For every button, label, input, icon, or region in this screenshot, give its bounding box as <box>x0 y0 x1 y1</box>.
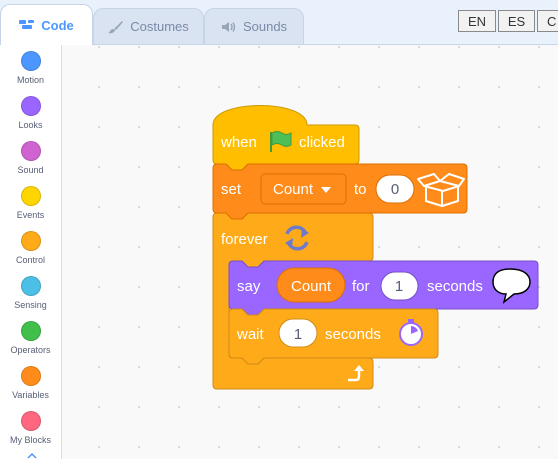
hat-clicked-label: clicked <box>299 134 345 151</box>
forever-label: forever <box>221 231 268 248</box>
variable-dropdown[interactable]: Count <box>260 173 347 205</box>
wait-seconds-block[interactable]: wait 1 seconds <box>228 308 439 365</box>
set-value-text: 0 <box>391 181 399 198</box>
count-reporter-label: Count <box>291 278 332 295</box>
when-flag-clicked-block[interactable]: when clicked <box>212 105 360 171</box>
tab-code[interactable]: Code <box>0 4 93 45</box>
set-variable-block[interactable]: set Count to 0 <box>212 163 468 220</box>
variable-dropdown-value: Count <box>273 181 314 198</box>
set-to-label: to <box>354 181 367 198</box>
wait-seconds-value: 1 <box>294 326 302 343</box>
tab-code-label: Code <box>41 17 74 33</box>
say-label: say <box>237 278 261 295</box>
wait-seconds-label: seconds <box>325 326 381 343</box>
say-seconds-label: seconds <box>427 278 483 295</box>
say-for-seconds-block[interactable]: say Count for 1 seconds <box>228 260 539 316</box>
say-seconds-value: 1 <box>395 278 403 295</box>
wait-label: wait <box>236 326 265 343</box>
hat-when-label: when <box>220 134 257 151</box>
script-blocks: when clicked forever set Count to 0 say … <box>212 105 539 390</box>
code-icon <box>19 20 35 29</box>
count-reporter[interactable]: Count <box>276 267 346 303</box>
set-label: set <box>221 181 242 198</box>
say-for-label: for <box>352 278 370 295</box>
